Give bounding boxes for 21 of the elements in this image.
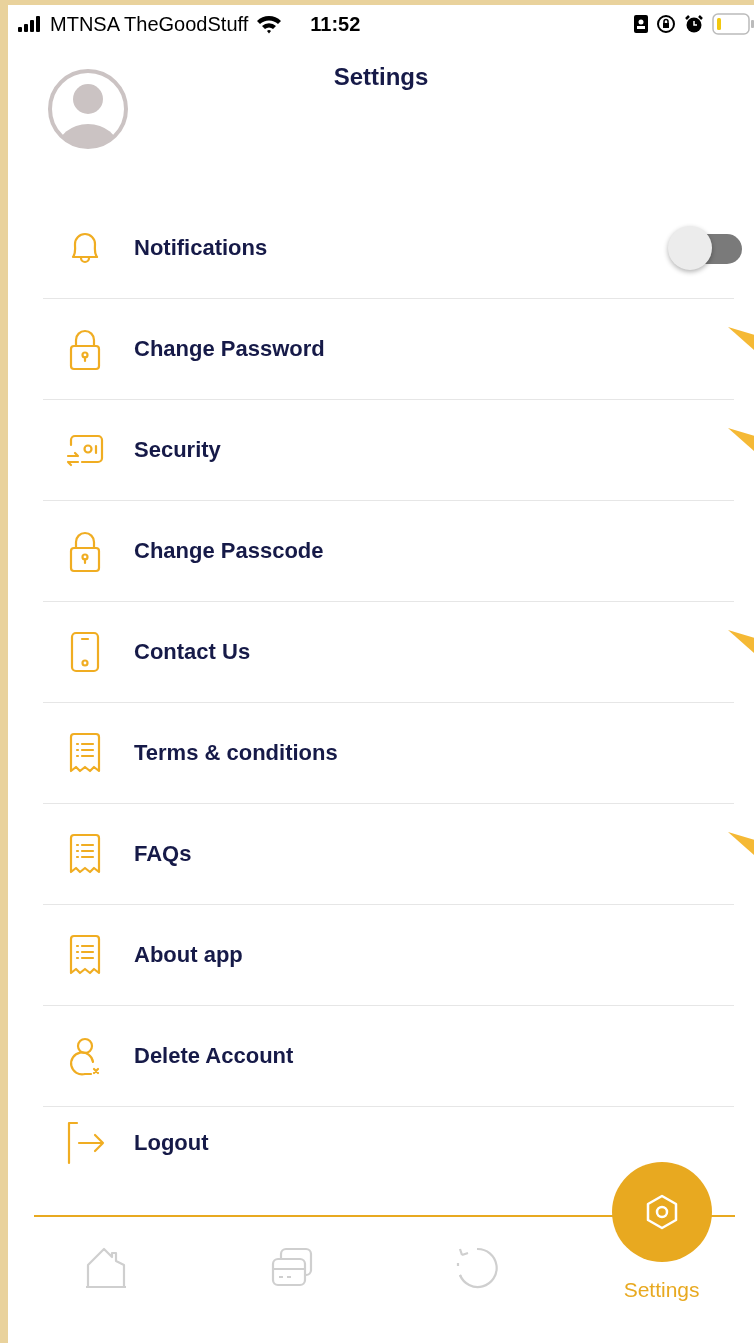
setting-label[interactable]: FAQs [134,841,192,867]
setting-label[interactable]: Logout [134,1130,209,1156]
rotation-lock-icon [656,14,676,34]
setting-label[interactable]: Change Passcode [134,538,324,564]
avatar[interactable] [47,68,129,150]
page-title: Settings [333,63,429,92]
setting-label[interactable]: Terms & conditions [134,740,338,766]
alarm-icon [684,14,704,34]
clock-time: 11:52 [310,12,361,36]
setting-label[interactable]: Notifications [134,235,268,261]
wifi-icon [256,14,283,34]
notifications-toggle[interactable] [668,226,744,270]
contact-card-icon [634,15,648,33]
signal-icon [18,16,42,32]
setting-label[interactable]: Change Password [134,336,325,362]
setting-label[interactable]: Delete Account [134,1043,294,1069]
setting-label[interactable]: Contact Us [134,639,251,665]
setting-label[interactable]: Security [134,437,221,463]
battery-icon [712,13,754,35]
carrier-name: MTNSA TheGoodStuff [50,12,249,36]
setting-label[interactable]: About app [134,942,243,968]
